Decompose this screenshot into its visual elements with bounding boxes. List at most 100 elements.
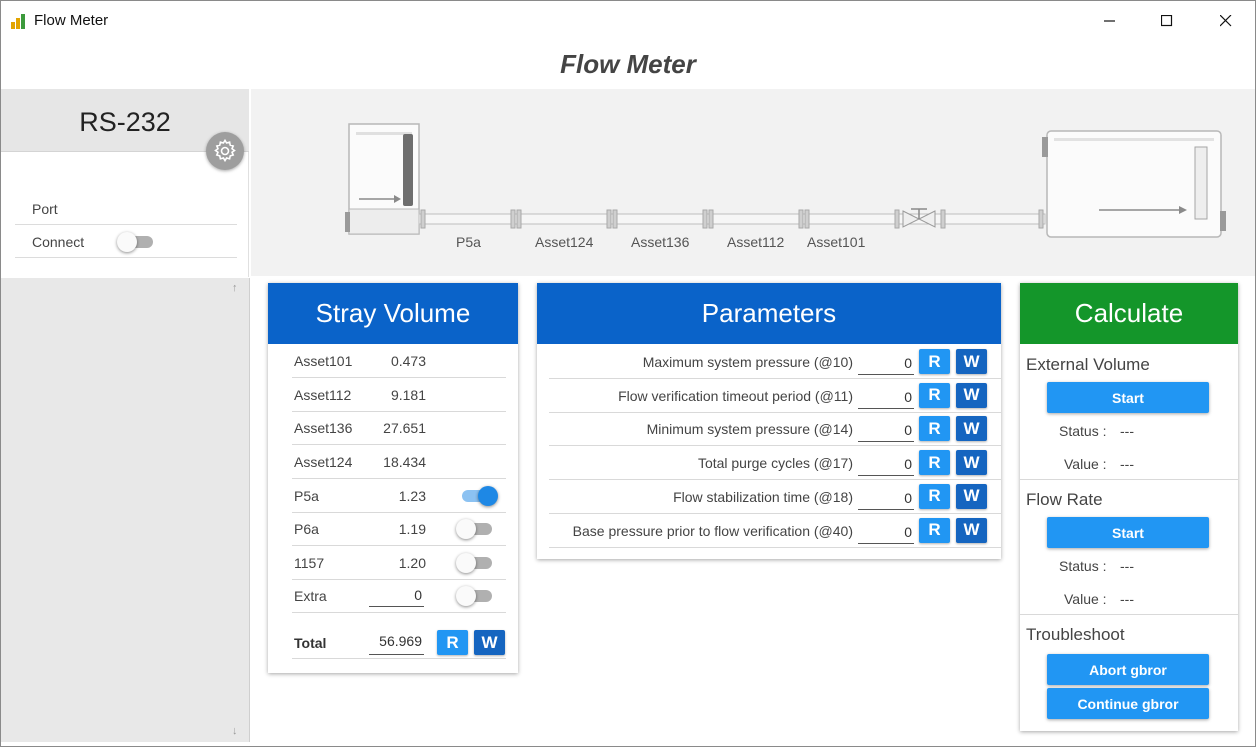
parameter-read-button[interactable]: R — [919, 517, 950, 543]
stray-row-value: 1.19 — [398, 521, 426, 537]
minimize-button[interactable] — [1087, 7, 1133, 35]
minimize-icon — [1104, 20, 1115, 22]
parameter-write-button[interactable]: W — [956, 483, 987, 509]
pipe-label-asset101: Asset101 — [807, 234, 866, 250]
connection-panel: Port Connect — [1, 152, 249, 277]
flow-rate-status-value: --- — [1120, 558, 1134, 574]
flow-rate-section: Flow Rate Start Status : --- Value : --- — [1020, 480, 1238, 615]
gear-icon — [214, 139, 236, 163]
parameter-write-button[interactable]: W — [956, 382, 987, 408]
stray-row-name: P5a — [294, 488, 319, 504]
calculate-header: Calculate — [1020, 283, 1238, 344]
parameter-row: Base pressure prior to flow verification… — [549, 514, 1001, 548]
stray-row-asset101: Asset101 0.473 — [292, 345, 506, 378]
maximize-icon — [1161, 15, 1173, 27]
parameter-row: Flow verification timeout period (@11) 0 R… — [549, 379, 1001, 413]
parameter-write-button[interactable]: W — [956, 416, 987, 442]
external-volume-status-label: Status : — [1059, 423, 1107, 439]
stray-volume-card: Stray Volume Asset101 0.473 Asset112 9.1… — [268, 283, 518, 673]
parameter-value-input[interactable]: 0 — [858, 352, 914, 375]
parameter-read-button[interactable]: R — [919, 450, 950, 476]
connection-title: RS-232 — [79, 107, 171, 137]
extra-input[interactable]: 0 — [369, 586, 424, 607]
parameter-value-input[interactable]: 0 — [858, 487, 914, 510]
troubleshoot-title: Troubleshoot — [1026, 625, 1125, 644]
stray-row-asset112: Asset112 9.181 — [292, 379, 506, 412]
stray-row-value: 9.181 — [390, 387, 426, 403]
parameter-label: Base pressure prior to flow verification… — [572, 522, 853, 539]
flow-diagram: P5a Asset124 Asset136 Asset112 Asset101 — [251, 89, 1255, 276]
stray-row-name: Asset124 — [294, 454, 353, 470]
side-panel-scroll-area[interactable]: ↑ ↓ — [1, 278, 250, 742]
window-title: Flow Meter — [34, 12, 109, 29]
parameter-write-button[interactable]: W — [956, 349, 987, 374]
stray-row-value: 1.23 — [398, 488, 426, 504]
parameter-label: Flow stabilization time (@18) — [673, 488, 853, 505]
port-row[interactable]: Port — [15, 192, 237, 225]
p5a-toggle[interactable] — [460, 486, 498, 506]
title-bar: Flow Meter — [1, 1, 1255, 41]
toggle-knob — [456, 519, 476, 539]
app-window: Flow Meter Flow Meter RS-232 Port Connec… — [0, 0, 1256, 747]
parameter-write-button[interactable]: W — [956, 450, 987, 476]
parameter-read-button[interactable]: R — [919, 483, 950, 509]
parameter-write-button[interactable]: W — [956, 517, 987, 543]
stray-row-value: 18.434 — [383, 454, 426, 470]
stray-row-extra: Extra 0 — [292, 580, 506, 613]
external-volume-value-value: --- — [1120, 456, 1134, 472]
flow-rate-start-button[interactable]: Start — [1047, 517, 1209, 548]
continue-button[interactable]: Continue gbror — [1047, 688, 1209, 719]
parameter-label: Flow verification timeout period (@11) — [618, 387, 853, 404]
calculate-card: Calculate External Volume Start Status :… — [1020, 283, 1238, 731]
parameter-row: Minimum system pressure (@14) 0 R W — [549, 412, 1001, 447]
page-title: Flow Meter — [560, 49, 696, 79]
parameter-value-input[interactable]: 0 — [858, 521, 914, 544]
stray-row-name: Asset136 — [294, 420, 353, 436]
stray-row-name: Extra — [294, 588, 327, 604]
stray-row-name: P6a — [294, 521, 319, 537]
external-volume-title: External Volume — [1026, 355, 1150, 374]
troubleshoot-section: Troubleshoot Abort gbror Continue gbror — [1020, 615, 1238, 731]
parameters-header: Parameters — [537, 283, 1001, 344]
stray-row-asset136: Asset136 27.651 — [292, 412, 506, 445]
stray-row-name: Asset101 — [294, 353, 353, 369]
parameter-value-input[interactable]: 0 — [858, 386, 914, 409]
parameter-row: Total purge cycles (@17) 0 R W — [549, 446, 1001, 481]
connect-label: Connect — [32, 234, 85, 250]
toggle-knob — [456, 586, 476, 606]
flow-rate-status-label: Status : — [1059, 558, 1107, 574]
extra-toggle[interactable] — [456, 586, 494, 606]
close-icon — [1220, 15, 1232, 27]
parameter-read-button[interactable]: R — [919, 382, 950, 408]
toggle-knob — [456, 553, 476, 573]
parameter-value-input[interactable]: 0 — [858, 419, 914, 443]
parameter-label: Total purge cycles (@17) — [697, 455, 853, 472]
external-volume-start-button[interactable]: Start — [1047, 382, 1209, 413]
external-volume-section: External Volume Start Status : --- Value… — [1020, 344, 1238, 480]
stray-read-button[interactable]: R — [437, 630, 468, 655]
stray-row-value: 0.473 — [390, 353, 426, 369]
close-button[interactable] — [1203, 7, 1249, 35]
scroll-up-icon[interactable]: ↑ — [232, 282, 238, 294]
p6a-toggle[interactable] — [456, 519, 494, 539]
maximize-button[interactable] — [1144, 7, 1190, 35]
external-volume-status-value: --- — [1120, 423, 1134, 439]
stray-row-name: 1157 — [294, 555, 325, 571]
parameter-label: Maximum system pressure (@10) — [642, 354, 853, 370]
toggle-knob — [478, 486, 498, 506]
stray-row-p6a: P6a 1.19 — [292, 513, 506, 546]
abort-button[interactable]: Abort gbror — [1047, 654, 1209, 685]
stray-row-value: 1.20 — [398, 555, 426, 571]
parameter-value-input[interactable]: 0 — [858, 453, 914, 477]
parameter-read-button[interactable]: R — [919, 349, 950, 374]
pipe-label-asset112: Asset112 — [727, 234, 785, 250]
connect-toggle[interactable] — [117, 232, 155, 252]
scroll-down-icon[interactable]: ↓ — [232, 725, 238, 737]
pipe-label-asset124: Asset124 — [535, 234, 594, 250]
settings-button[interactable] — [206, 132, 244, 170]
1157-toggle[interactable] — [456, 553, 494, 573]
port-label: Port — [32, 201, 58, 217]
parameter-read-button[interactable]: R — [919, 416, 950, 442]
stray-write-button[interactable]: W — [474, 630, 505, 655]
stray-volume-header: Stray Volume — [268, 283, 518, 344]
